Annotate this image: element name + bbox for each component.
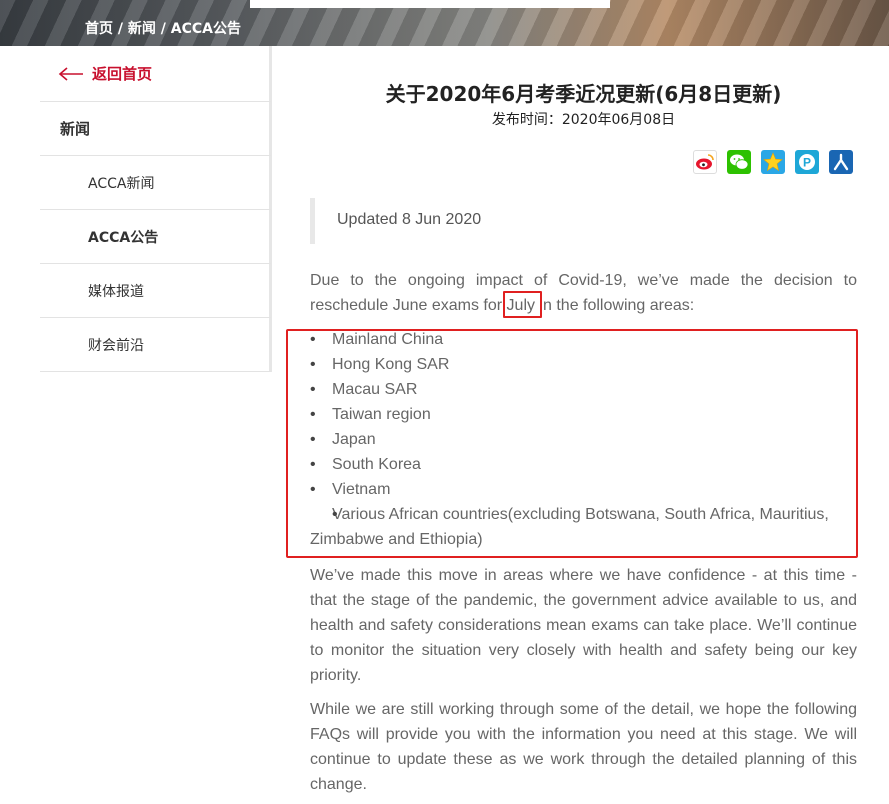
wechat-icon[interactable] [727, 150, 751, 174]
pinyou-icon[interactable]: P [795, 150, 819, 174]
sidebar-heading-news[interactable]: 新闻 [40, 102, 272, 156]
body-paragraph: While we are still working through some … [310, 701, 857, 793]
svg-text:P: P [803, 156, 811, 170]
weibo-icon[interactable] [693, 150, 717, 174]
sidebar-item-acca-news[interactable]: ACCA新闻 [40, 156, 272, 210]
list-item: Macau SAR [310, 377, 857, 402]
list-item: Japan [310, 427, 857, 452]
update-note: Updated 8 Jun 2020 [310, 198, 857, 244]
publish-date: 发布时间：2020年06月08日 [491, 112, 676, 128]
share-bar: P [693, 150, 853, 174]
list-item: Various African countries(excluding Bots… [310, 502, 857, 552]
breadcrumb-current[interactable]: ACCA公告 [171, 21, 241, 37]
renren-icon[interactable] [829, 150, 853, 174]
sidebar: 返回首页 新闻 ACCA新闻 ACCA公告 媒体报道 财会前沿 [40, 46, 272, 372]
breadcrumb-news[interactable]: 新闻 [128, 21, 156, 37]
list-item: Vietnam [310, 477, 857, 502]
breadcrumb: 首页 / 新闻 / ACCA公告 [85, 18, 241, 38]
header-banner: 首页 / 新闻 / ACCA公告 [0, 0, 889, 46]
breadcrumb-separator: / [155, 21, 171, 37]
sidebar-item-acca-announcements[interactable]: ACCA公告 [40, 210, 272, 264]
list-item: Hong Kong SAR [310, 352, 857, 377]
intro-paragraph: Due to the ongoing impact of Covid-19, w… [310, 272, 857, 314]
list-item: South Korea [310, 452, 857, 477]
july-highlight-box [503, 291, 542, 318]
back-arrow-icon [58, 66, 83, 81]
article-title: 关于2020年6月考季近况更新(6月8日更新) [385, 82, 782, 106]
list-item: Mainland China [310, 327, 857, 352]
back-home-link[interactable]: 返回首页 [40, 46, 272, 102]
areas-list: Mainland China Hong Kong SAR Macau SAR T… [310, 327, 857, 552]
list-item: Taiwan region [310, 402, 857, 427]
sidebar-item-media-coverage[interactable]: 媒体报道 [40, 264, 272, 318]
body-paragraph: We’ve made this move in areas where we h… [310, 567, 857, 684]
qzone-icon[interactable] [761, 150, 785, 174]
breadcrumb-separator: / [113, 21, 128, 37]
breadcrumb-home[interactable]: 首页 [85, 21, 113, 37]
sidebar-item-finance-frontier[interactable]: 财会前沿 [40, 318, 272, 372]
back-home-label: 返回首页 [92, 65, 153, 83]
